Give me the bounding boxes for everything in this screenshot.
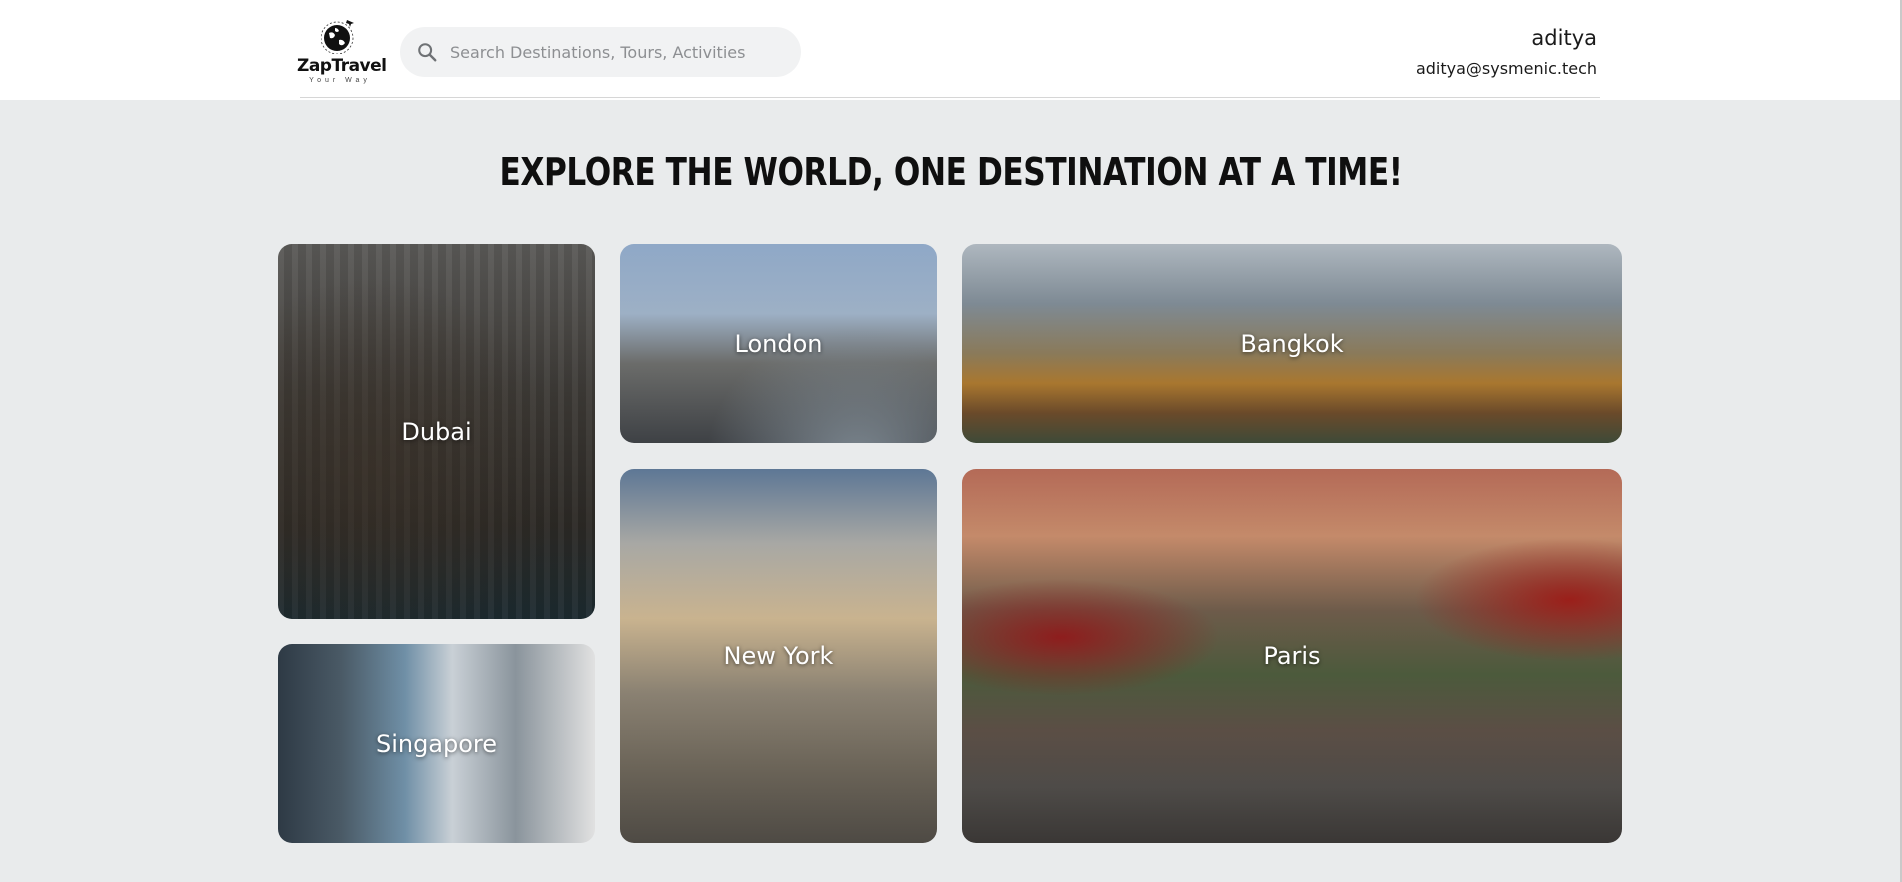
search-input[interactable]: [450, 27, 790, 77]
destination-label: Dubai: [401, 417, 472, 446]
logo-tagline: Your Way: [309, 77, 371, 84]
top-header: ZapTravel Your Way aditya aditya@sysmeni…: [0, 0, 1900, 100]
destination-label: Singapore: [375, 729, 498, 758]
destination-card-london[interactable]: London: [620, 244, 937, 443]
destination-card-singapore[interactable]: Singapore: [278, 644, 595, 843]
destination-label: London: [734, 329, 823, 358]
user-name[interactable]: aditya: [1531, 26, 1597, 50]
destination-card-paris[interactable]: Paris: [962, 469, 1622, 843]
user-email: aditya@sysmenic.tech: [1415, 59, 1597, 78]
header-divider: [300, 97, 1600, 98]
destination-card-new-york[interactable]: New York: [620, 469, 937, 843]
globe-plane-icon: [321, 20, 354, 54]
destination-label: Paris: [1263, 642, 1321, 670]
logo-wordmark: ZapTravel: [297, 56, 387, 76]
search-bar[interactable]: [400, 27, 801, 77]
destination-label: Bangkok: [1240, 329, 1344, 358]
destination-label: New York: [723, 642, 834, 670]
zaptravel-logo[interactable]: ZapTravel Your Way: [297, 14, 387, 90]
page-headline: EXPLORE THE WORLD, ONE DESTINATION AT A …: [499, 150, 1403, 194]
destination-card-bangkok[interactable]: Bangkok: [962, 244, 1622, 443]
destination-card-dubai[interactable]: Dubai: [278, 244, 595, 619]
search-icon: [418, 43, 437, 62]
